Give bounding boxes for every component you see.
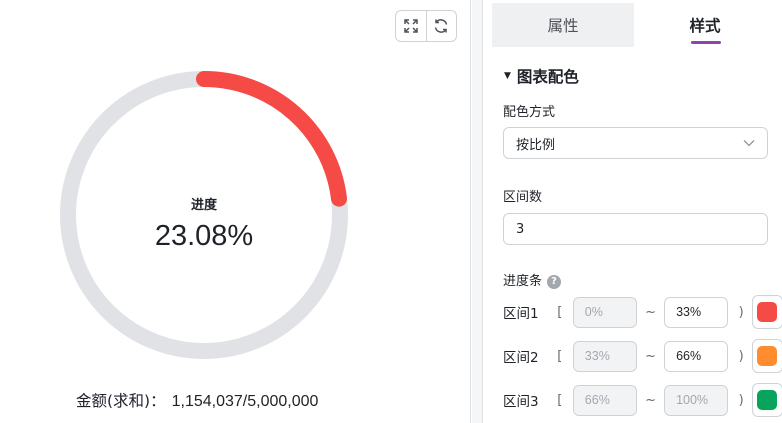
range-to-input: 100% [664,384,729,416]
interval-count-label: 区间数 [503,190,543,205]
range-open-bracket: [ [557,304,563,320]
caret-down-icon: ▼ [504,71,511,81]
range-row-1: 区间1 [ 0% ~ 33% ) [503,295,782,329]
tab-properties[interactable]: 属性 [492,3,634,47]
progress-arc [196,71,348,207]
color-swatch [757,390,778,410]
panel-divider[interactable] [472,0,482,423]
range-close-bracket: ) [738,392,744,408]
range-tilde: ~ [645,304,657,320]
range-label: 区间1 [503,306,539,322]
range-row-2: 区间2 [ 33% ~ 66% ) [503,339,782,373]
color-mode-label: 配色方式 [503,105,556,120]
range-close-bracket: ) [738,304,744,320]
range-row-3: 区间3 [ 66% ~ 100% ) [503,383,782,417]
range-tilde: ~ [645,392,657,408]
help-icon[interactable]: ? [547,274,562,289]
range-from-input: 33% [572,340,638,372]
section-title: 图表配色 [516,68,579,86]
active-tab-indicator [691,41,721,44]
range-tilde: ~ [645,348,657,364]
range-open-bracket: [ [557,392,563,408]
chevron-down-icon [743,140,755,147]
progress-value: 23.08% [154,220,254,252]
chart-panel: 进度 23.08% 金额(求和)： 1,154,037/5,000,000 [0,0,471,423]
range-to-input[interactable]: 33% [664,296,729,328]
range-close-bracket: ) [738,348,744,364]
chart-color-section-header[interactable]: ▼ 图表配色 [504,65,579,87]
progress-bar-label-row: 进度条? [503,270,562,289]
tab-properties-label: 属性 [547,17,579,35]
amount-summary: 金额(求和)： 1,154,037/5,000,000 [76,389,318,411]
interval-count-value: 3 [516,221,525,237]
amount-summary-value: 1,154,037/5,000,000 [171,393,319,410]
range-open-bracket: [ [557,348,563,364]
color-mode-value: 按比例 [516,137,556,153]
interval-count-input[interactable]: 3 [503,213,768,245]
color-swatch [757,302,778,322]
range-color-picker[interactable] [751,295,782,329]
range-label: 区间2 [503,350,539,366]
range-color-picker[interactable] [751,383,782,417]
settings-panel: 属性 样式 ▼ 图表配色 配色方式 按比例 区间数 3 进度条? 区间1 [ 0… [482,0,782,423]
color-mode-select[interactable]: 按比例 [503,127,768,159]
range-from-input: 0% [572,296,638,328]
settings-tabs: 属性 样式 [492,3,782,47]
range-from-input: 66% [572,384,638,416]
progress-bar-label: 进度条 [503,274,543,289]
progress-label: 进度 [190,198,217,213]
range-label: 区间3 [503,394,539,410]
range-color-picker[interactable] [751,339,782,373]
tab-style[interactable]: 样式 [634,3,776,47]
amount-summary-label: 金额(求和)： [76,392,166,410]
tab-style-label: 样式 [689,17,721,35]
range-to-input[interactable]: 66% [664,340,729,372]
color-swatch [757,346,778,366]
